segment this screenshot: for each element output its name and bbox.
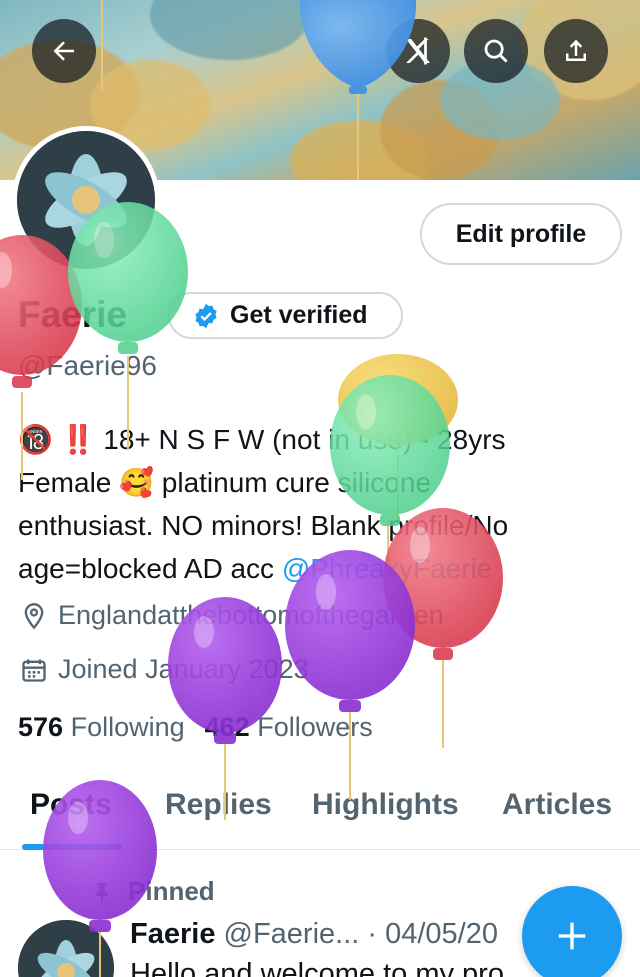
profile-tabs: Posts Replies Highlights Articles	[0, 782, 640, 850]
verified-badge-icon	[195, 303, 217, 328]
profile-handle: @Faerie96	[18, 350, 157, 381]
avatar-image	[17, 131, 155, 269]
active-tab-indicator	[22, 844, 122, 850]
bio-line: enthusiast. NO minors! Blank profile/No	[18, 510, 509, 541]
location-pin-icon	[24, 602, 44, 629]
compose-button[interactable]	[522, 886, 622, 977]
followers-link[interactable]: 462 Followers	[205, 712, 373, 743]
bio-mention-link[interactable]: @PhreakyFaerie	[282, 553, 493, 584]
post-header: Faerie @Faerie... · 04/05/20	[130, 918, 498, 951]
post-author[interactable]: Faerie	[130, 918, 215, 950]
bio-line: age=blocked AD acc @PhreakyFaerie	[18, 547, 628, 590]
plus-icon	[558, 922, 586, 950]
grok-icon	[406, 37, 430, 65]
tab-replies[interactable]: Replies	[165, 788, 272, 822]
joined-text: Joined January 2023	[58, 654, 309, 684]
bio-line: 🔞 ‼️ 18+ N S F W (not in use) - 28yrs	[18, 424, 506, 455]
get-verified-label: Get verified	[230, 301, 368, 329]
pinned-label: Pinned	[128, 876, 215, 906]
tab-posts[interactable]: Posts	[30, 788, 112, 822]
calendar-icon	[22, 659, 46, 682]
post-text[interactable]: Hello and welcome to my pro	[130, 958, 504, 977]
following-count: 576	[18, 712, 64, 742]
following-link[interactable]: 576 Following	[18, 712, 185, 743]
tab-highlights[interactable]: Highlights	[312, 788, 459, 822]
back-button[interactable]	[32, 19, 96, 83]
profile-stats: 576 Following 462 Followers	[18, 712, 373, 743]
following-label: Following	[70, 712, 185, 742]
pin-icon	[96, 882, 108, 902]
search-icon	[484, 39, 508, 63]
arrow-left-icon	[53, 41, 74, 61]
tab-articles[interactable]: Articles	[502, 788, 612, 822]
profile-joined: Joined January 2023	[20, 654, 309, 685]
post-handle-date: @Faerie... · 04/05/20	[223, 918, 498, 950]
share-icon	[566, 39, 586, 61]
bio-line: Female 🥰 platinum cure silicone	[18, 467, 432, 498]
profile-location: Englandatthebottomofthegarden	[20, 600, 444, 631]
search-button[interactable]	[464, 19, 528, 83]
share-button[interactable]	[544, 19, 608, 83]
avatar-image	[18, 920, 114, 977]
followers-count: 462	[204, 712, 250, 742]
profile-avatar[interactable]	[12, 126, 160, 274]
post-avatar[interactable]	[18, 920, 114, 977]
grok-button[interactable]	[386, 19, 450, 83]
location-text: Englandatthebottomofthegarden	[58, 600, 444, 630]
get-verified-button[interactable]: Get verified	[168, 292, 403, 339]
edit-profile-button[interactable]: Edit profile	[420, 203, 622, 265]
pinned-indicator: Pinned	[90, 876, 215, 907]
profile-name: Faerie	[18, 294, 128, 335]
profile-bio: 🔞 ‼️ 18+ N S F W (not in use) - 28yrs Fe…	[18, 418, 628, 590]
bio-text: age=blocked AD acc	[18, 553, 282, 584]
followers-label: Followers	[257, 712, 373, 742]
